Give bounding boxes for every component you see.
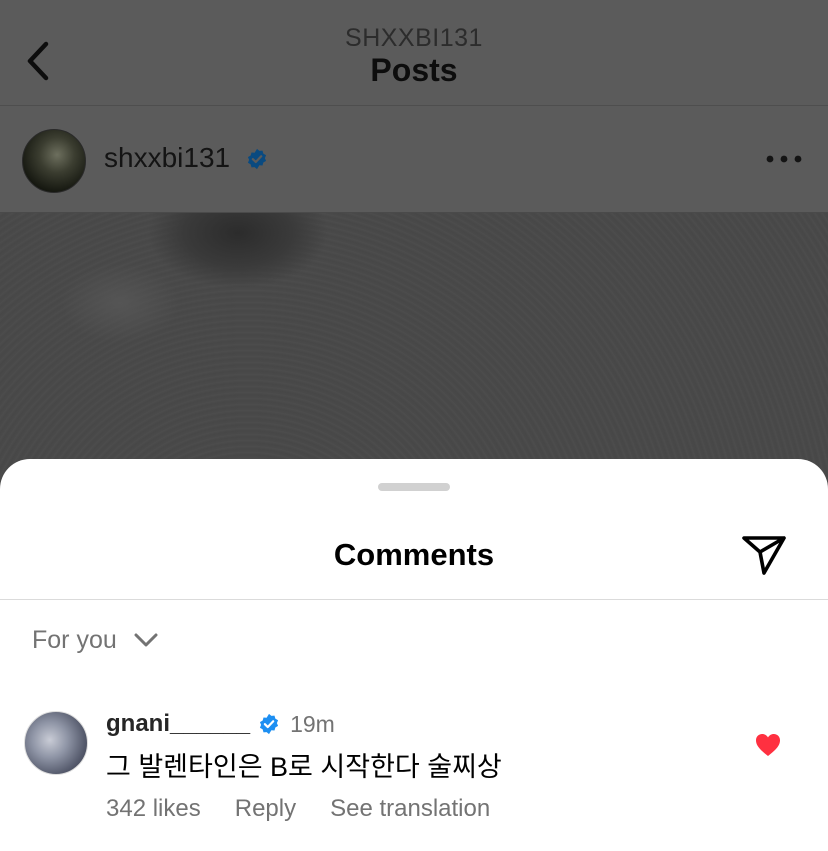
share-button[interactable] <box>740 531 788 579</box>
more-options-button[interactable] <box>766 152 802 166</box>
account-name: SHXXBI131 <box>345 24 483 52</box>
top-navigation-bar: SHXXBI131 Posts <box>0 0 828 106</box>
more-options-icon <box>766 155 802 163</box>
share-send-icon <box>742 536 786 575</box>
comments-filter-dropdown[interactable]: For you <box>32 623 159 657</box>
comments-title: Comments <box>333 537 495 572</box>
chevron-down-icon <box>134 633 158 647</box>
commenter-username[interactable]: gnani______ <box>106 710 250 738</box>
verified-badge-icon <box>260 713 279 735</box>
heart-icon <box>756 734 780 756</box>
post-header: shxxbi131 <box>0 106 828 213</box>
comment-timestamp: 19m <box>290 710 335 737</box>
comment-text: 그 발렌타인은 B로 시작한다 술찌상 <box>106 752 502 782</box>
filter-label: For you <box>32 625 117 654</box>
sheet-divider <box>0 599 828 600</box>
see-translation-button[interactable]: See translation <box>330 795 490 823</box>
page-title: Posts <box>370 52 458 88</box>
comment-meta: gnani______ 19m <box>106 709 335 739</box>
reply-button[interactable]: Reply <box>235 795 296 823</box>
comment-actions: 342 likes Reply See translation <box>106 795 524 823</box>
like-comment-button[interactable] <box>754 732 782 758</box>
post-author-avatar[interactable] <box>22 129 86 193</box>
post-author-username[interactable]: shxxbi131 <box>104 142 230 174</box>
verified-badge-icon <box>247 148 267 170</box>
comments-sheet: Comments For you gnani______ 19m 그 발렌타인은… <box>0 459 828 851</box>
commenter-avatar[interactable] <box>24 711 88 775</box>
likes-count[interactable]: 342 likes <box>106 795 201 823</box>
sheet-drag-handle[interactable] <box>378 483 450 491</box>
